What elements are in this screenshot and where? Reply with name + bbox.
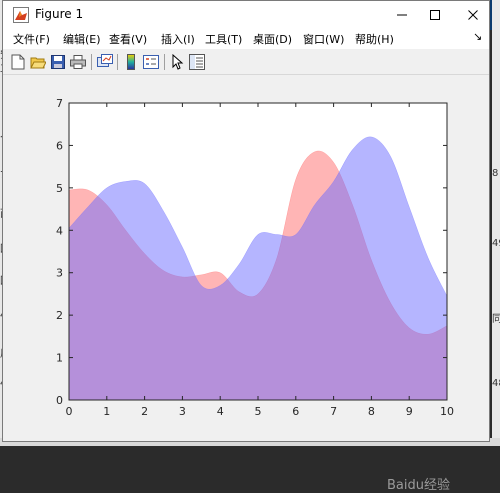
figure-toolbar xyxy=(3,50,489,75)
y-tick-label: 1 xyxy=(56,352,63,365)
background-text: 49 xyxy=(492,238,500,249)
figure-window: Figure 1 文件(F) 编辑(E) 查看(V) 插入(I) 工具(T) 桌… xyxy=(2,0,490,442)
menu-bar: 文件(F) 编辑(E) 查看(V) 插入(I) 工具(T) 桌面(D) 窗口(W… xyxy=(3,28,489,49)
figure-canvas[interactable]: 01234567891001234567 Baidu经验 xyxy=(3,75,489,441)
menu-window[interactable]: 窗口(W) xyxy=(303,31,344,47)
link-plot-icon[interactable] xyxy=(96,53,114,71)
menu-file[interactable]: 文件(F) xyxy=(13,31,50,47)
print-icon[interactable] xyxy=(69,53,87,71)
x-tick-label: 1 xyxy=(103,405,110,418)
menu-desktop[interactable]: 桌面(D) xyxy=(253,31,292,47)
save-icon[interactable] xyxy=(49,53,67,71)
property-inspector-icon[interactable] xyxy=(188,53,206,71)
y-tick-label: 4 xyxy=(56,224,63,237)
menu-view[interactable]: 查看(V) xyxy=(109,31,147,47)
x-tick-label: 3 xyxy=(179,405,186,418)
y-tick-label: 2 xyxy=(56,309,63,322)
y-tick-label: 5 xyxy=(56,182,63,195)
menu-help[interactable]: 帮助(H) xyxy=(355,31,394,47)
pointer-icon[interactable] xyxy=(169,53,187,71)
x-tick-label: 4 xyxy=(217,405,224,418)
x-tick-label: 9 xyxy=(406,405,413,418)
y-tick-label: 0 xyxy=(56,394,63,407)
insert-colorbar-icon[interactable] xyxy=(122,53,140,71)
toolbar-separator xyxy=(117,54,118,70)
x-tick-label: 5 xyxy=(255,405,262,418)
x-tick-label: 0 xyxy=(66,405,73,418)
x-tick-label: 6 xyxy=(292,405,299,418)
x-tick-label: 2 xyxy=(141,405,148,418)
menu-overflow-icon[interactable]: ↘ xyxy=(473,30,482,43)
watermark-text: Baidu经验 xyxy=(387,474,450,493)
background-text: 8 xyxy=(492,168,498,179)
toolbar-separator xyxy=(164,54,165,70)
title-bar[interactable]: Figure 1 xyxy=(3,1,489,28)
x-tick-label: 7 xyxy=(330,405,337,418)
menu-insert[interactable]: 插入(I) xyxy=(161,31,195,47)
area-chart[interactable]: 0 1 2 3 4 5 6 7 8 9 10 0 1 2 3 4 5 6 7 xyxy=(3,75,489,441)
open-icon[interactable] xyxy=(29,53,47,71)
background-text: 48 xyxy=(492,378,500,389)
y-tick-label: 3 xyxy=(56,267,63,280)
y-tick-label: 6 xyxy=(56,139,63,152)
menu-edit[interactable]: 编辑(E) xyxy=(63,31,101,47)
x-tick-label: 10 xyxy=(440,405,454,418)
insert-legend-icon[interactable] xyxy=(142,53,160,71)
matlab-figure-icon xyxy=(13,7,29,23)
y-tick-label: 7 xyxy=(56,97,63,110)
close-button[interactable] xyxy=(450,1,495,28)
background-text: 同 xyxy=(492,310,500,325)
menu-tools[interactable]: 工具(T) xyxy=(205,31,242,47)
new-figure-icon[interactable] xyxy=(9,53,27,71)
window-title: Figure 1 xyxy=(35,7,83,21)
x-tick-label: 8 xyxy=(368,405,375,418)
toolbar-separator xyxy=(91,54,92,70)
